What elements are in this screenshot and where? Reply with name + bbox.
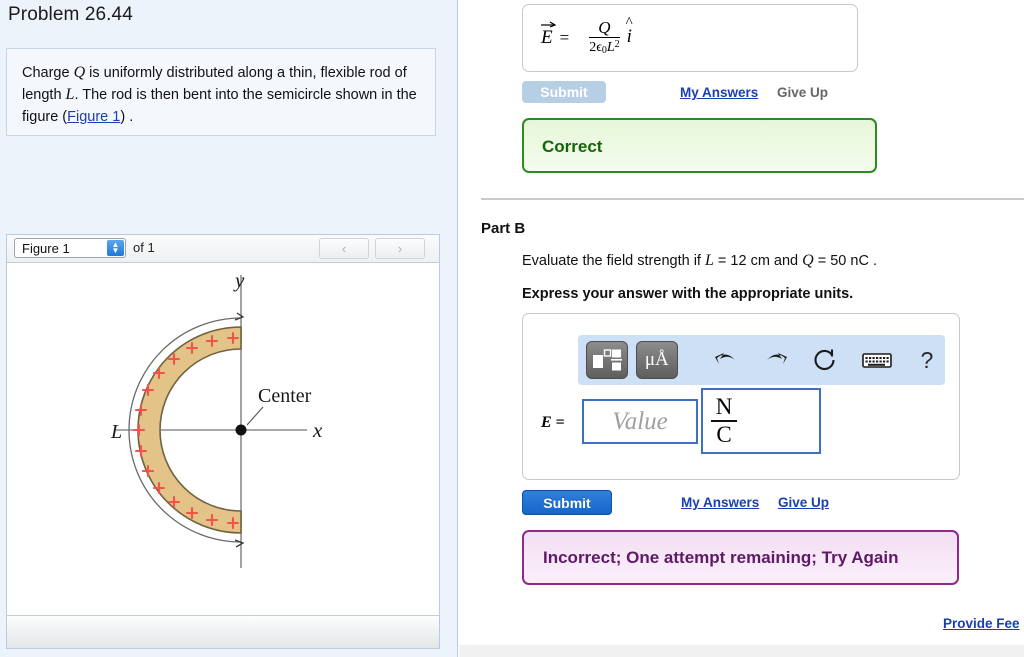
field-fraction: Q 2ϵ0L2 xyxy=(589,18,620,56)
keyboard-button[interactable] xyxy=(859,341,895,379)
figure-toolbar: Figure 1 ▲ ▼ of 1 ‹ › xyxy=(7,235,439,263)
figure-1-link[interactable]: Figure 1 xyxy=(67,109,120,125)
units-fraction: N C xyxy=(711,394,737,448)
figure-prev-button[interactable]: ‹ xyxy=(319,238,369,259)
unit-vector-i: ^ i xyxy=(625,14,633,47)
problem-statement-text: Charge Q is uniformly distributed along … xyxy=(22,62,422,128)
units-denominator: C xyxy=(716,422,732,447)
units-button[interactable]: μÅ xyxy=(635,341,678,379)
math-template-icon xyxy=(592,349,622,371)
keyboard-icon xyxy=(861,353,892,368)
figure-footer-bar xyxy=(7,615,439,648)
part-b-give-up-link[interactable]: Give Up xyxy=(778,495,829,510)
part-a-my-answers-link[interactable]: My Answers xyxy=(680,85,758,100)
part-b-answer-label: E = xyxy=(541,414,565,431)
bottom-strip xyxy=(459,645,1024,657)
help-icon: ? xyxy=(920,346,934,373)
help-button[interactable]: ? xyxy=(909,341,945,379)
figure-viewer: Figure 1 ▲ ▼ of 1 ‹ › y x Center L xyxy=(6,234,440,649)
section-divider xyxy=(481,198,1024,200)
problem-statement-box: Charge Q is uniformly distributed along … xyxy=(6,48,436,136)
undo-icon xyxy=(714,353,735,364)
undo-button[interactable] xyxy=(708,341,744,379)
question-part-1: Evaluate the field strength if xyxy=(522,253,705,269)
part-a-submit-button[interactable]: Submit xyxy=(522,81,606,103)
units-icon: μÅ xyxy=(644,349,669,370)
units-numerator: N xyxy=(715,394,733,419)
length-label: L xyxy=(110,421,122,443)
field-vector-symbol: E xyxy=(541,20,556,49)
question-length-symbol: L xyxy=(704,252,714,269)
charge-symbol: Q xyxy=(73,64,86,81)
part-b-heading: Part B xyxy=(481,220,526,237)
part-b-submit-button[interactable]: Submit xyxy=(522,490,612,515)
part-a-feedback-text: Correct xyxy=(542,137,603,156)
vector-arrow-icon xyxy=(541,20,556,28)
left-panel: Problem 26.44 Charge Q is uniformly dist… xyxy=(0,0,458,657)
figure-canvas: y x Center L xyxy=(7,263,439,616)
part-b-answer-box: μÅ ? E = Value N C xyxy=(522,313,960,480)
question-charge-symbol: Q xyxy=(802,252,814,269)
redo-icon xyxy=(767,353,788,364)
question-part-3: = 50 nC . xyxy=(813,253,877,269)
fraction-denominator: 2ϵ0L2 xyxy=(589,39,620,56)
problem-page: Problem 26.44 Charge Q is uniformly dist… xyxy=(0,0,1024,657)
figure-select[interactable]: Figure 1 ▲ ▼ xyxy=(14,238,126,258)
figure-count-label: of 1 xyxy=(133,240,155,255)
right-panel: E = Q 2ϵ0L2 ^ i Submit My Answers Give U… xyxy=(459,0,1024,657)
y-axis-label: y xyxy=(233,268,245,292)
chevron-right-icon: › xyxy=(397,241,403,256)
x-axis-label: x xyxy=(312,418,323,442)
statement-part-1: Charge xyxy=(22,65,74,81)
value-placeholder: Value xyxy=(612,407,668,435)
part-a-give-up-link[interactable]: Give Up xyxy=(777,85,828,100)
statement-part-4: ) . xyxy=(120,109,134,125)
redo-button[interactable] xyxy=(758,341,794,379)
units-input[interactable]: N C xyxy=(701,388,821,454)
part-b-instruction: Express your answer with the appropriate… xyxy=(522,286,854,302)
part-b-question: Evaluate the field strength if L = 12 cm… xyxy=(522,252,877,270)
part-a-answer-display: E = Q 2ϵ0L2 ^ i xyxy=(522,4,858,72)
center-label: Center xyxy=(258,385,312,407)
chevron-updown-icon[interactable]: ▲ ▼ xyxy=(107,240,124,256)
value-input[interactable]: Value xyxy=(582,399,698,444)
math-entry-toolbar: μÅ ? xyxy=(578,335,945,385)
equals-sign: = xyxy=(559,27,570,47)
part-a-correct-banner: Correct xyxy=(522,118,877,173)
provide-feedback-link[interactable]: Provide Fee xyxy=(943,616,1020,631)
part-b-my-answers-link[interactable]: My Answers xyxy=(681,495,759,510)
question-part-2: = 12 cm and xyxy=(713,253,803,269)
page-title: Problem 26.44 xyxy=(8,4,133,25)
fraction-numerator: Q xyxy=(598,18,611,37)
figure-next-button[interactable]: › xyxy=(375,238,425,259)
reset-icon xyxy=(814,349,835,371)
hat-accent-icon: ^ xyxy=(625,14,633,31)
math-template-button[interactable] xyxy=(586,341,628,379)
chevron-left-icon: ‹ xyxy=(341,241,347,256)
figure-select-value: Figure 1 xyxy=(22,240,70,256)
part-a-equation: E = Q 2ϵ0L2 ^ i xyxy=(541,14,633,56)
part-b-incorrect-banner: Incorrect; One attempt remaining; Try Ag… xyxy=(522,530,959,585)
reset-button[interactable] xyxy=(808,341,844,379)
semicircle-charge-diagram: y x Center L xyxy=(110,268,323,568)
part-b-feedback-text: Incorrect; One attempt remaining; Try Ag… xyxy=(543,548,899,567)
